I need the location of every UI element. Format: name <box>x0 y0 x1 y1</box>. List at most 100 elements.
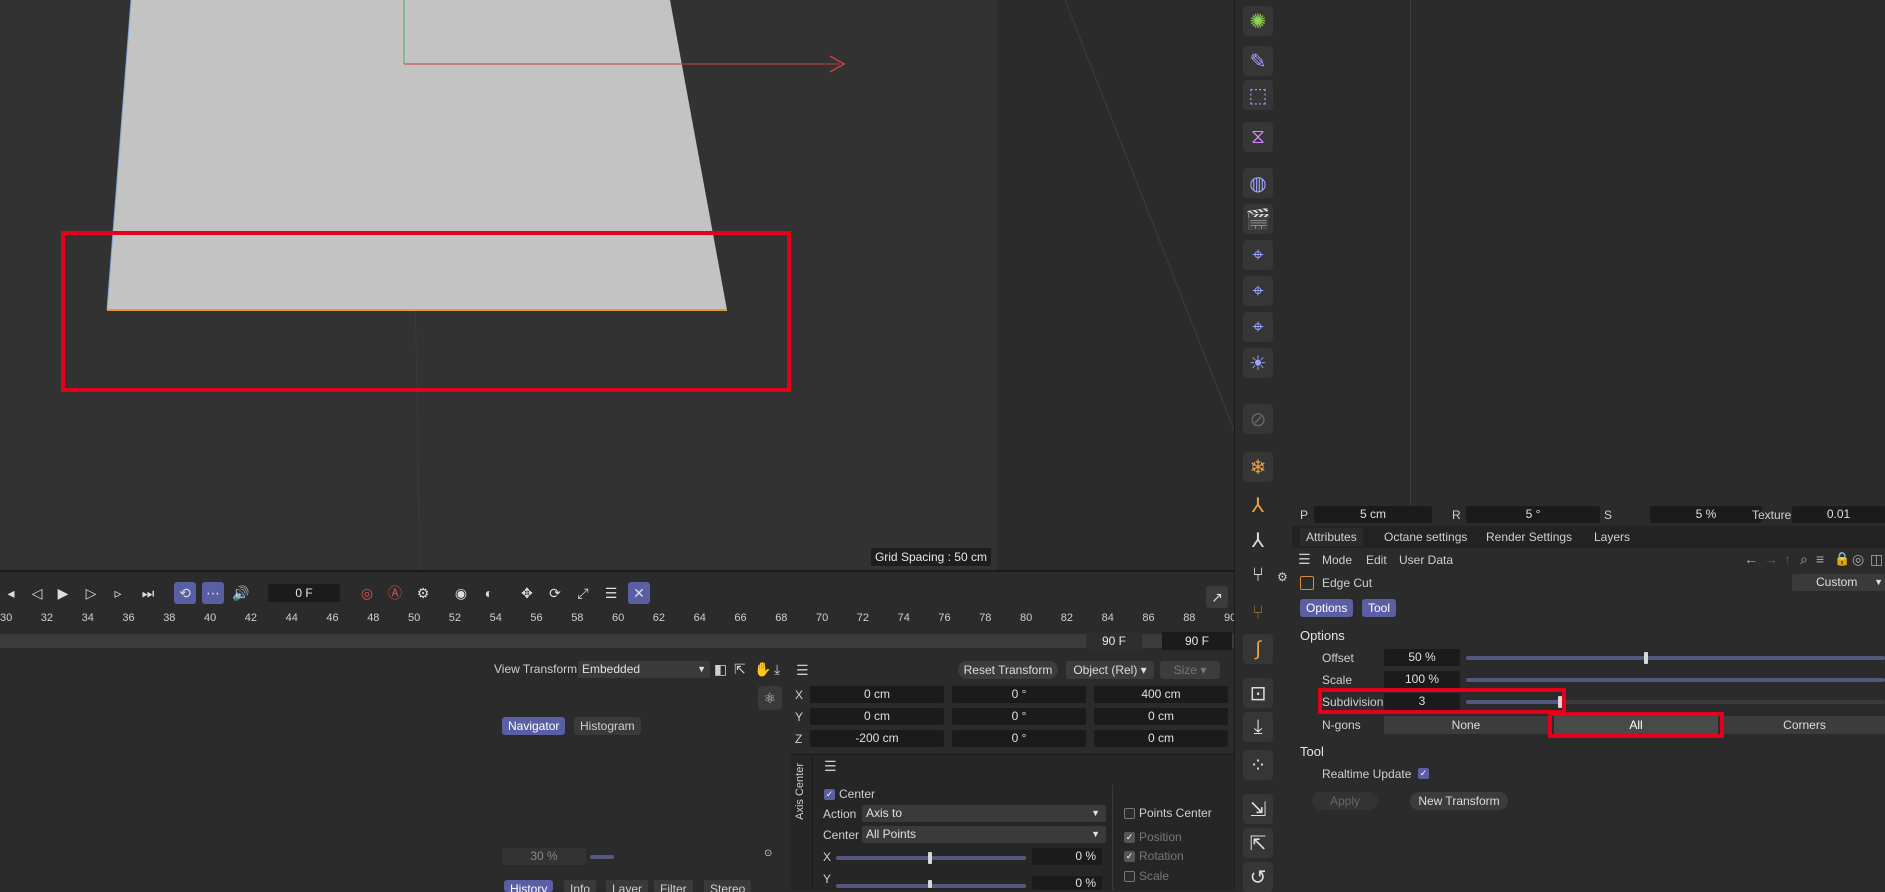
pen-icon[interactable]: ✎ <box>1243 46 1273 76</box>
menu-icon[interactable]: ☰ <box>1298 551 1311 568</box>
position-checkbox[interactable]: ✓ <box>1124 832 1135 843</box>
tab-layers[interactable]: Layers <box>1588 528 1636 546</box>
y-size-field[interactable]: 0 cm <box>1094 708 1228 725</box>
size-mode-dropdown[interactable]: Size ▾ <box>1160 661 1220 679</box>
new-transform-button[interactable]: New Transform <box>1410 792 1508 810</box>
axis-2-icon[interactable]: ⅄ <box>1243 525 1273 555</box>
axis-center-side-tab[interactable]: Axis Center <box>790 755 813 890</box>
tab-octane-settings[interactable]: Octane settings <box>1378 528 1473 546</box>
settings-icon[interactable]: ◎ <box>1852 551 1864 568</box>
coordinate-mode-dropdown[interactable]: Object (Rel) ▾ <box>1066 661 1154 679</box>
snap-icon[interactable]: ❄ <box>1243 452 1273 482</box>
x-size-field[interactable]: 400 cm <box>1094 686 1228 703</box>
transfer-icon[interactable]: ⇲ <box>1243 794 1273 824</box>
realtime-update-checkbox[interactable]: ✓ <box>1418 768 1429 779</box>
deformer-icon[interactable]: ⧖ <box>1243 122 1273 152</box>
transfer-2-icon[interactable]: ⇱ <box>1243 828 1273 858</box>
go-to-end-icon[interactable]: ⏭ <box>137 582 159 604</box>
physics-icon[interactable]: ⚛ <box>758 686 782 710</box>
record-icon[interactable]: ◎ <box>356 582 378 604</box>
tab-render-settings[interactable]: Render Settings <box>1480 528 1578 546</box>
rotate-icon[interactable]: ↺ <box>1243 862 1273 892</box>
menu-mode[interactable]: Mode <box>1322 553 1352 567</box>
offset-slider-knob[interactable] <box>1644 652 1649 664</box>
tab-filter[interactable]: Filter <box>654 880 693 892</box>
brush-icon[interactable]: ⊘ <box>1243 404 1273 434</box>
filter-icon[interactable]: ≡ <box>1816 551 1824 567</box>
key-scale-icon[interactable]: ⤢ <box>572 582 594 604</box>
preset-dropdown[interactable]: Custom ▼ <box>1792 574 1885 591</box>
view-transform-dropdown[interactable]: Embedded ▼ <box>578 661 710 678</box>
z-position-field[interactable]: -200 cm <box>810 730 944 747</box>
tab-attributes[interactable]: Attributes <box>1300 528 1363 546</box>
zoom-field[interactable]: 30 % <box>502 848 586 865</box>
key-rotate-icon[interactable]: ⟳ <box>544 582 566 604</box>
play-icon[interactable]: ▶ <box>52 582 74 604</box>
tab-histogram[interactable]: Histogram <box>574 717 641 735</box>
camera-2-icon[interactable]: ⌖ <box>1243 276 1273 306</box>
loop-icon[interactable]: ⟲ <box>174 582 196 604</box>
tab-layer[interactable]: Layer <box>606 880 649 892</box>
key-position-icon[interactable]: ◉ <box>450 582 472 604</box>
timeline-curve-icon[interactable]: ↗ <box>1206 586 1228 608</box>
import-icon[interactable]: ⤓ <box>1243 712 1273 742</box>
layout-icon[interactable]: ◧ <box>714 661 727 678</box>
prev-frame-icon[interactable]: ◁ <box>26 582 48 604</box>
subtab-options[interactable]: Options <box>1300 599 1354 617</box>
subtab-tool[interactable]: Tool <box>1362 599 1397 617</box>
frame-ruler[interactable]: 30 32 34 36 38 40 42 44 46 48 50 52 54 56 58 60 62 64 66 68… <box>0 612 1236 630</box>
up-arrow-icon[interactable]: ↑ <box>1784 551 1791 567</box>
menu-user-data[interactable]: User Data <box>1399 553 1453 567</box>
autokey-icon[interactable]: Ⓐ <box>384 582 406 604</box>
autokey-mode-icon[interactable]: ⋯ <box>202 582 224 604</box>
external-link-icon[interactable]: ⇱ <box>734 661 746 678</box>
menu-icon[interactable]: ☰ <box>796 662 809 679</box>
key-param-icon[interactable]: ☰ <box>600 582 622 604</box>
action-dropdown[interactable]: Axis to ▼ <box>862 805 1106 822</box>
key-settings-icon[interactable]: ⚙ <box>412 582 434 604</box>
tab-history[interactable]: History <box>504 880 554 892</box>
texture-field[interactable]: 0.01 <box>1792 506 1885 523</box>
z-rotation-field[interactable]: 0 ° <box>952 730 1086 747</box>
dropdown-icon[interactable]: ⊙ <box>764 848 772 859</box>
current-frame-field[interactable]: 0 F <box>268 584 340 602</box>
settings-small-icon[interactable]: ⚙ <box>1277 570 1288 584</box>
p-field[interactable]: 5 cm <box>1314 506 1432 523</box>
scale-checkbox[interactable] <box>1124 871 1135 882</box>
environment-icon[interactable]: ◍ <box>1243 168 1273 198</box>
menu-icon[interactable]: ☰ <box>824 758 837 775</box>
back-arrow-icon[interactable]: ← <box>1744 551 1758 567</box>
menu-edit[interactable]: Edit <box>1366 553 1387 567</box>
light-icon[interactable]: ☀ <box>1243 348 1273 378</box>
workplane-disabled-icon[interactable]: ⑂ <box>1243 598 1273 628</box>
tab-navigator[interactable]: Navigator <box>502 717 566 735</box>
ngons-option-corners[interactable]: Corners <box>1724 716 1885 734</box>
x-slider-knob[interactable] <box>928 852 932 864</box>
z-size-field[interactable]: 0 cm <box>1094 730 1228 747</box>
prev-key-icon[interactable]: ◂ <box>0 582 22 604</box>
points-icon[interactable]: ⁘ <box>1243 750 1273 780</box>
sound-icon[interactable]: 🔊 <box>230 582 252 604</box>
key-pla-icon[interactable]: ✕ <box>628 582 650 604</box>
center-dropdown[interactable]: All Points ▼ <box>862 826 1106 843</box>
hand-icon[interactable]: ✋ <box>754 661 771 678</box>
render-icon[interactable]: 🎬 <box>1243 204 1273 234</box>
key-rotation-icon[interactable]: ◐ <box>478 582 500 604</box>
scale-slider[interactable] <box>1466 678 1885 682</box>
axis-icon[interactable]: ⅄ <box>1243 490 1273 520</box>
y-rotation-field[interactable]: 0 ° <box>952 708 1086 725</box>
offset-slider[interactable] <box>1466 656 1885 660</box>
reset-transform-button[interactable]: Reset Transform <box>958 661 1058 679</box>
x-percent-field[interactable]: 0 % <box>1032 848 1102 865</box>
y-slider-knob[interactable] <box>928 880 932 888</box>
uv-icon[interactable]: ⊡ <box>1243 678 1273 708</box>
camera-3-icon[interactable]: ⌖ <box>1243 312 1273 342</box>
r-field[interactable]: 5 ° <box>1466 506 1600 523</box>
cube-axis-icon[interactable]: ⬚ <box>1243 80 1273 110</box>
3d-viewport[interactable]: Grid Spacing : 50 cm <box>0 0 1234 570</box>
next-key-icon[interactable]: ▹ <box>107 582 129 604</box>
spline-icon[interactable]: ∫ <box>1243 634 1273 664</box>
ngons-option-none[interactable]: None <box>1384 716 1548 734</box>
gear-icon[interactable]: ✺ <box>1243 6 1273 36</box>
offset-field[interactable]: 50 % <box>1384 649 1460 666</box>
